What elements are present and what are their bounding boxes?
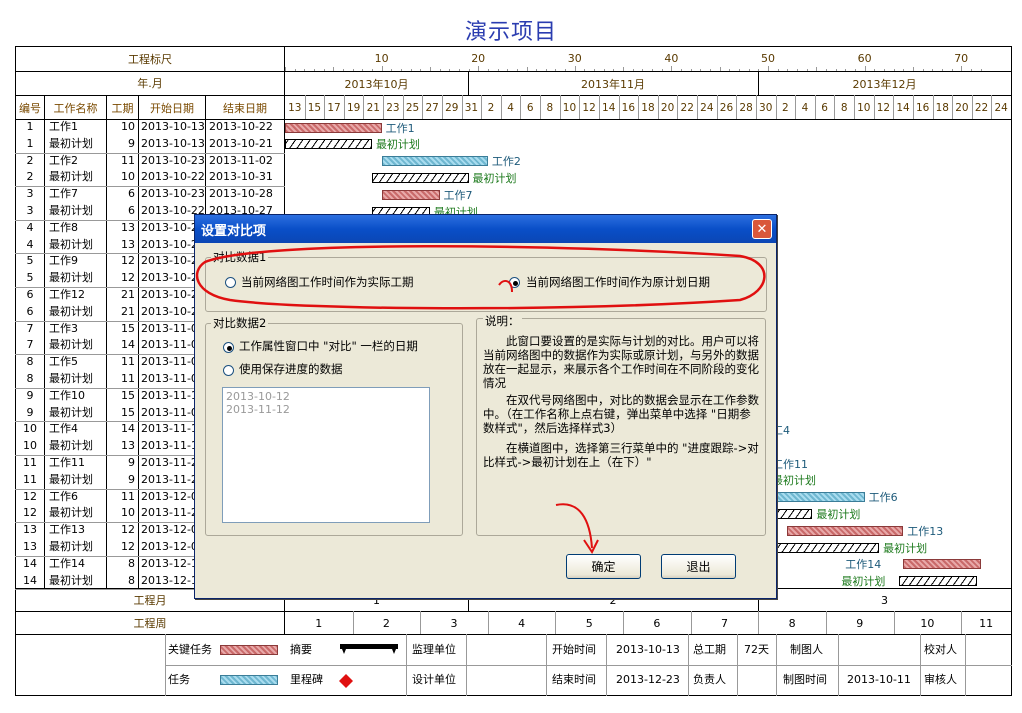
annotation-check-mark bbox=[498, 279, 513, 293]
red-annotation-overlay bbox=[195, 245, 766, 554]
annotation-ellipse bbox=[195, 245, 766, 310]
annotation-arrow-line bbox=[555, 503, 593, 549]
